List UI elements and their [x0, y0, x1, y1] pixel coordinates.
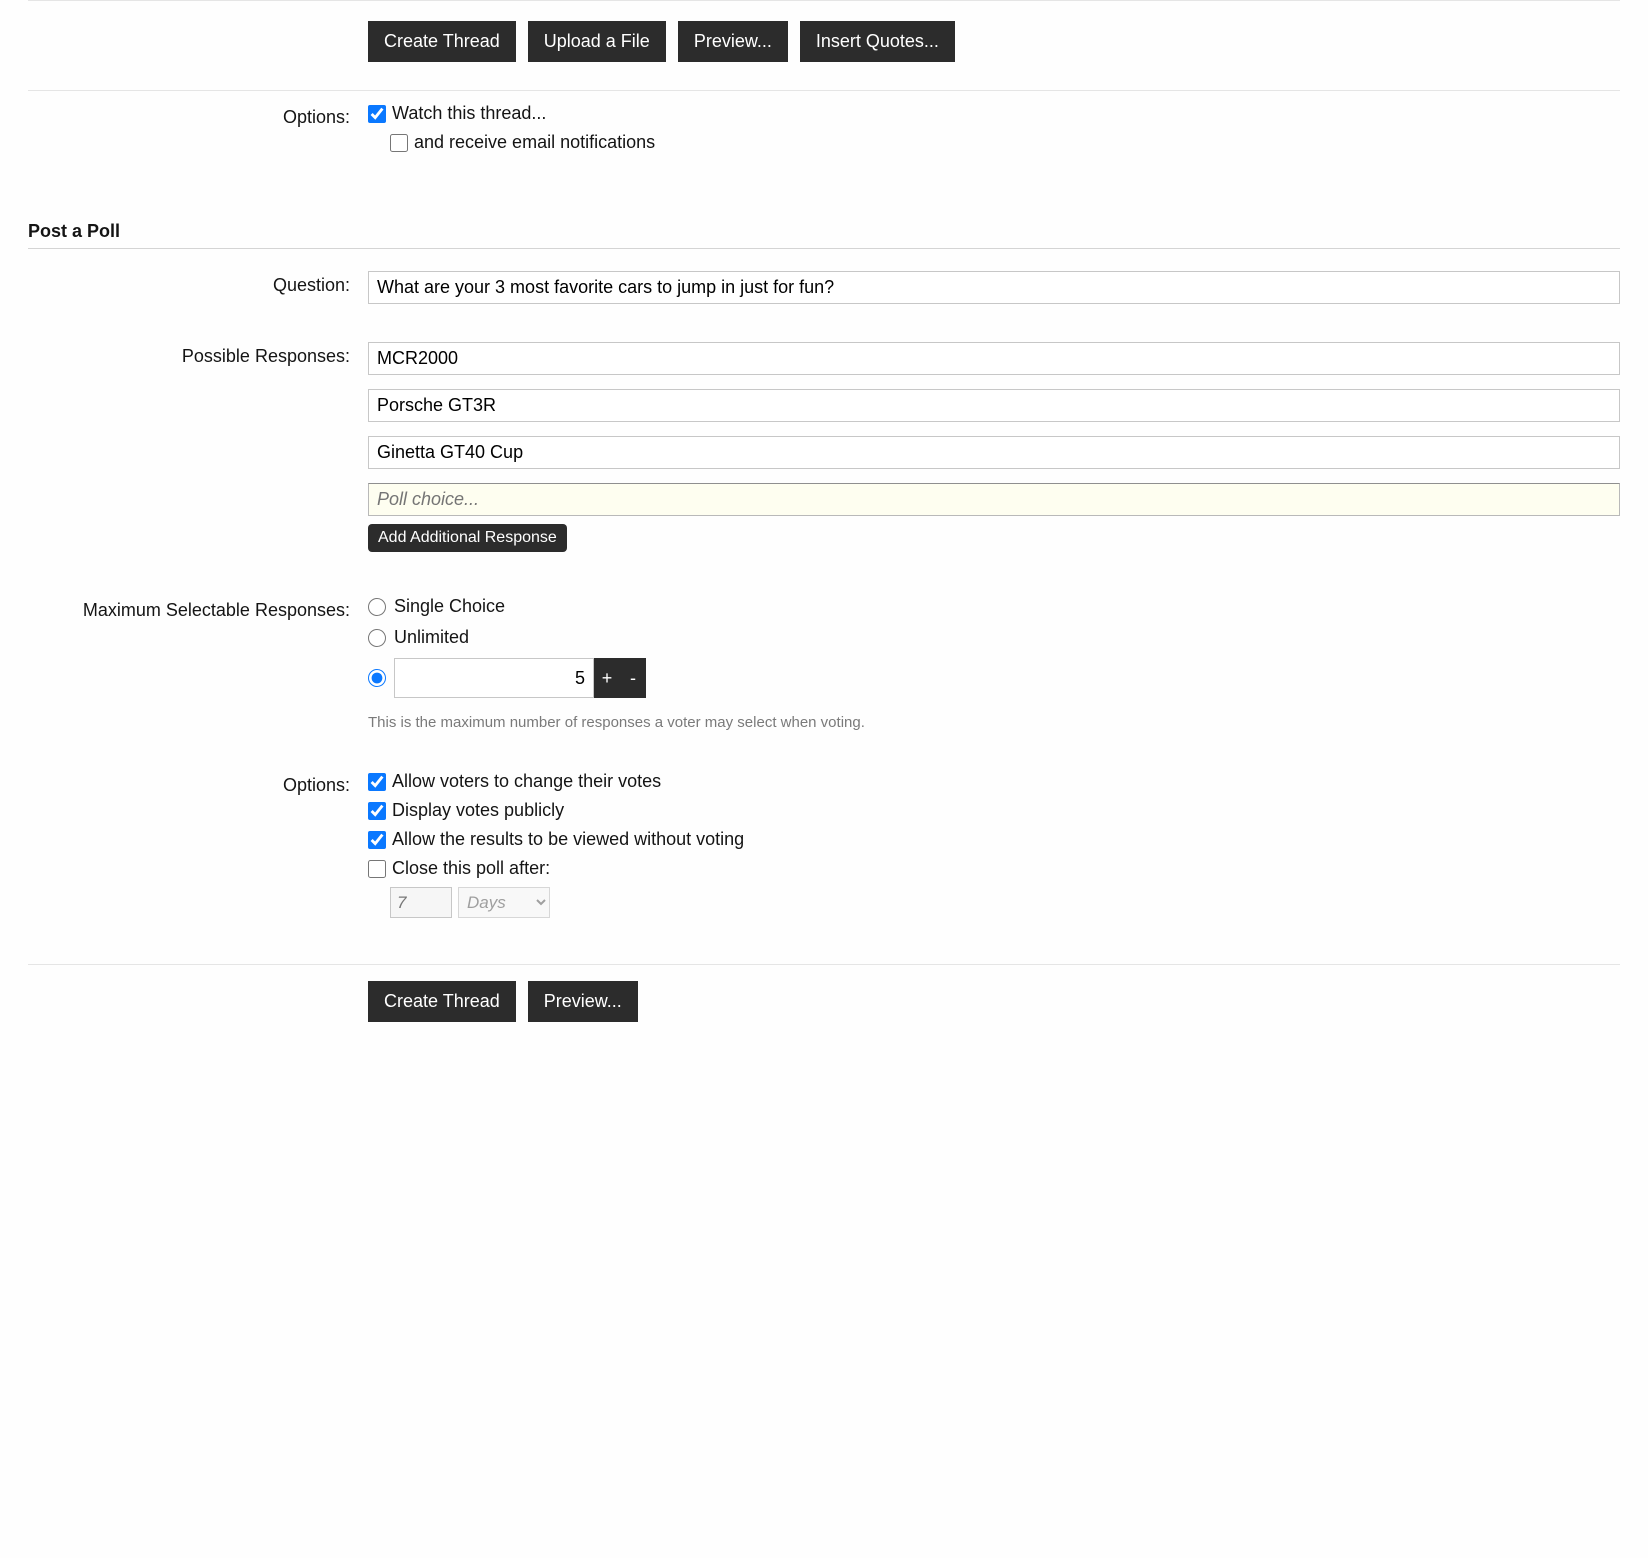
email-notify-option[interactable]: and receive email notifications: [390, 132, 1620, 153]
question-row: Question:: [28, 249, 1620, 316]
spinner-minus-button[interactable]: -: [620, 658, 646, 698]
insert-quotes-button[interactable]: Insert Quotes...: [800, 21, 955, 62]
preview-button[interactable]: Preview...: [678, 21, 788, 62]
email-notify-checkbox[interactable]: [390, 134, 408, 152]
change-votes-text: Allow voters to change their votes: [392, 771, 661, 792]
add-response-button[interactable]: Add Additional Response: [368, 524, 567, 552]
upload-file-button[interactable]: Upload a File: [528, 21, 666, 62]
watch-thread-option[interactable]: Watch this thread...: [368, 103, 1620, 124]
number-radio[interactable]: [368, 669, 386, 687]
create-thread-button-bottom[interactable]: Create Thread: [368, 981, 516, 1022]
single-choice-radio[interactable]: [368, 598, 386, 616]
unlimited-radio[interactable]: [368, 629, 386, 647]
public-votes-option[interactable]: Display votes publicly: [368, 800, 1620, 821]
view-without-voting-option[interactable]: Allow the results to be viewed without v…: [368, 829, 1620, 850]
close-poll-checkbox[interactable]: [368, 860, 386, 878]
single-choice-option[interactable]: Single Choice: [368, 596, 1620, 617]
single-choice-text: Single Choice: [394, 596, 505, 617]
close-unit-select[interactable]: Days: [458, 887, 550, 918]
response-input-2[interactable]: [368, 389, 1620, 422]
response-input-new[interactable]: [368, 483, 1620, 516]
top-button-row: Create Thread Upload a File Preview... I…: [28, 1, 1620, 90]
max-selectable-label: Maximum Selectable Responses:: [28, 596, 368, 731]
max-selectable-helper: This is the maximum number of responses …: [368, 714, 1620, 731]
spinner-plus-button[interactable]: +: [594, 658, 620, 698]
response-input-3[interactable]: [368, 436, 1620, 469]
change-votes-checkbox[interactable]: [368, 773, 386, 791]
responses-row: Possible Responses: Add Additional Respo…: [28, 316, 1620, 570]
view-without-voting-text: Allow the results to be viewed without v…: [392, 829, 744, 850]
unlimited-text: Unlimited: [394, 627, 469, 648]
close-poll-inputs: Days: [390, 887, 1620, 918]
max-selectable-row: Maximum Selectable Responses: Single Cho…: [28, 570, 1620, 743]
thread-options-row: Options: Watch this thread... and receiv…: [28, 91, 1620, 173]
number-option: + -: [368, 658, 1620, 698]
responses-label: Possible Responses:: [28, 342, 368, 558]
close-poll-option[interactable]: Close this poll after:: [368, 858, 1620, 879]
response-input-1[interactable]: [368, 342, 1620, 375]
create-thread-button[interactable]: Create Thread: [368, 21, 516, 62]
poll-options-row: Options: Allow voters to change their vo…: [28, 743, 1620, 930]
view-without-voting-checkbox[interactable]: [368, 831, 386, 849]
change-votes-option[interactable]: Allow voters to change their votes: [368, 771, 1620, 792]
close-number-input[interactable]: [390, 887, 452, 918]
question-label: Question:: [28, 271, 368, 304]
bottom-button-row: Create Thread Preview...: [28, 965, 1620, 1040]
question-input[interactable]: [368, 271, 1620, 304]
preview-button-bottom[interactable]: Preview...: [528, 981, 638, 1022]
spinner: + -: [394, 658, 646, 698]
public-votes-checkbox[interactable]: [368, 802, 386, 820]
close-poll-text: Close this poll after:: [392, 858, 550, 879]
spinner-input[interactable]: [394, 658, 594, 698]
post-a-poll-heading: Post a Poll: [28, 213, 1620, 249]
watch-thread-text: Watch this thread...: [392, 103, 546, 124]
thread-options-label: Options:: [28, 103, 368, 161]
public-votes-text: Display votes publicly: [392, 800, 564, 821]
email-notify-text: and receive email notifications: [414, 132, 655, 153]
unlimited-option[interactable]: Unlimited: [368, 627, 1620, 648]
watch-thread-checkbox[interactable]: [368, 105, 386, 123]
poll-options-label: Options:: [28, 771, 368, 918]
